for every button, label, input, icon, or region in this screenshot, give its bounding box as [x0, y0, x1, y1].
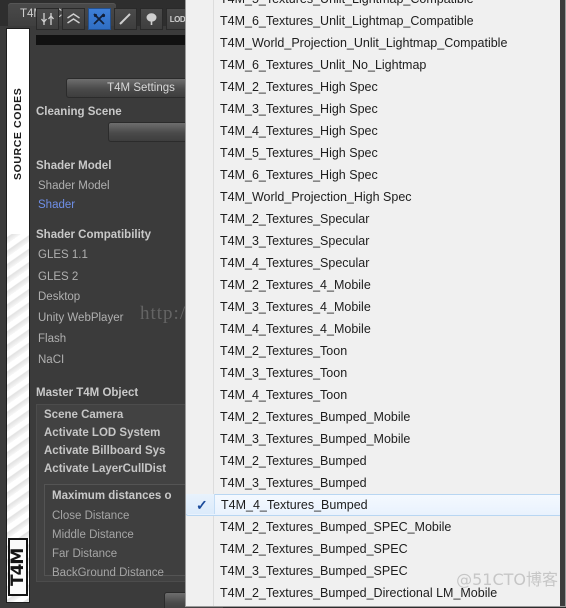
distance-row-background: BackGround Distance [52, 567, 164, 579]
dropdown-item-label: T4M_3_Textures_High Spec [220, 102, 378, 116]
dropdown-item-label: T4M_2_Textures_Bumped [220, 454, 367, 468]
dropdown-item-label: T4M_2_Textures_Bumped_SPEC_Mobile [220, 520, 452, 534]
dropdown-item-label: T4M_2_Textures_4_Mobile [220, 278, 371, 292]
cleaning-scene-heading: Cleaning Scene [36, 106, 122, 118]
dropdown-item[interactable]: ✓T4M_2_Textures_4_Mobile [186, 274, 565, 296]
compat-row-naci: NaCI [38, 354, 65, 366]
dropdown-item[interactable]: ✓T4M_4_Textures_Specular [186, 252, 565, 274]
dropdown-item[interactable]: ✓T4M_6_Textures_Unlit_Lightmap_Compatibl… [186, 10, 565, 32]
distance-row-close: Close Distance [52, 510, 130, 522]
dropdown-item[interactable]: ✓T4M_2_Textures_Bumped_SPEC_Mobile [186, 516, 565, 538]
shader-model-row: Shader Model [38, 180, 110, 192]
dropdown-item-label: T4M_6_Textures_Unlit_No_Lightmap [220, 58, 427, 72]
dropdown-item[interactable]: ✓T4M_4_Textures_4_Mobile [186, 318, 565, 340]
paint-tools-icon[interactable] [88, 8, 111, 30]
compat-row-flash: Flash [38, 333, 67, 345]
dropdown-item[interactable]: ✓T4M_2_Textures_Bumped [186, 450, 565, 472]
dropdown-item[interactable]: ✓T4M_2_Textures_Toon [186, 340, 565, 362]
pencil-icon[interactable] [114, 8, 137, 30]
dropdown-item-label: T4M_6_Textures_Unlit_Lightmap_Compatible [220, 14, 474, 28]
dropdown-item-label: T4M_3_Textures_Bumped [220, 476, 367, 490]
dropdown-item-label: T4M_World_Projection_High Spec [220, 190, 412, 204]
tool-toolbar: LOD [36, 8, 189, 30]
dropdown-item[interactable]: ✓T4M_World_Projection_Unlit_Lightmap_Com… [186, 32, 565, 54]
dropdown-item[interactable]: ✓T4M_3_Textures_4_Mobile [186, 296, 565, 318]
tree-icon[interactable] [140, 8, 163, 30]
master-row-activate-lod: Activate LOD System [44, 427, 161, 439]
master-row-activate-billboard: Activate Billboard Sys [44, 445, 166, 457]
dropdown-item-label: T4M_4_Textures_High Spec [220, 124, 378, 138]
compat-row-gles11: GLES 1.1 [38, 249, 88, 261]
dropdown-item[interactable]: ✓T4M_2_Textures_Bumped_Directional LM_Mo… [186, 582, 565, 604]
dropdown-item[interactable]: ✓T4M_3_Textures_Bumped [186, 472, 565, 494]
dropdown-item-label: T4M_5_Textures_Unlit_Lightmap_Compatible [220, 0, 474, 6]
dropdown-item-label: T4M_4_Textures_Bumped [221, 498, 368, 512]
dropdown-item-label: T4M_5_Textures_High Spec [220, 146, 378, 160]
shader-model-heading: Shader Model [36, 160, 112, 172]
dropdown-item[interactable]: ✓T4M_3_Textures_Specular [186, 230, 565, 252]
dropdown-item-selected[interactable]: ✓ T4M_4_Textures_Bumped [186, 494, 565, 516]
compat-row-desktop: Desktop [38, 291, 81, 303]
t4m-logo: T4M [8, 538, 28, 596]
dropdown-item-label: T4M_4_Textures_Toon [220, 388, 348, 402]
master-row-scene-camera: Scene Camera [44, 409, 124, 421]
check-icon: ✓ [196, 497, 208, 513]
dropdown-item-label: T4M_World_Projection_Unlit_Lightmap_Comp… [220, 36, 508, 50]
dropdown-item-label: T4M_3_Textures_4_Mobile [220, 300, 371, 314]
shader-dropdown-popup: ✓ T4M_5_Textures_Unlit_Lightmap_Compatibl… [185, 0, 566, 607]
dropdown-item[interactable]: ✓T4M_4_Textures_Toon [186, 384, 565, 406]
dropdown-item[interactable]: ✓T4M_2_Textures_Bumped_Mobile [186, 406, 565, 428]
dropdown-item[interactable]: ✓T4M_2_Textures_Specular [186, 208, 565, 230]
smooth-chevrons-icon[interactable] [62, 8, 85, 30]
distance-row-far: Far Distance [52, 548, 118, 560]
dropdown-item[interactable]: ✓T4M_3_Textures_Toon [186, 362, 565, 384]
source-codes-strip: SOURCE CODES T4M [6, 28, 30, 603]
dropdown-item-list[interactable]: ✓ T4M_5_Textures_Unlit_Lightmap_Compatibl… [186, 0, 565, 604]
master-row-activate-layercull: Activate LayerCullDist [44, 463, 167, 475]
panel-content: LOD T4M Settings Cleaning Scene Cl Shade… [34, 0, 238, 608]
dropdown-item-label: T4M_6_Textures_High Spec [220, 168, 378, 182]
dropdown-item-label: T4M_2_Textures_Bumped_SPEC [220, 542, 408, 556]
compat-row-unity-webplayer: Unity WebPlayer [38, 312, 124, 324]
dropdown-item[interactable]: ✓T4M_World_Projection_High Spec [186, 186, 565, 208]
dropdown-item-label: T4M_2_Textures_High Spec [220, 80, 378, 94]
shader-compatibility-heading: Shader Compatibility [36, 229, 152, 241]
dropdown-item[interactable]: ✓T4M_2_Textures_Bumped_SPEC [186, 538, 565, 560]
progress-divider [36, 35, 188, 45]
dropdown-item-label: T4M_3_Textures_Toon [220, 366, 348, 380]
dropdown-item-label: T4M_2_Textures_Bumped_Directional LM_Mob… [220, 586, 498, 600]
compat-row-gles2: GLES 2 [38, 271, 79, 283]
raise-lower-icon[interactable] [36, 8, 59, 30]
dropdown-item-label: T4M_4_Textures_Specular [220, 256, 370, 270]
dropdown-item[interactable]: ✓T4M_3_Textures_High Spec [186, 98, 565, 120]
dropdown-item[interactable]: ✓T4M_3_Textures_Bumped_Mobile [186, 428, 565, 450]
dropdown-item[interactable]: ✓T4M_5_Textures_High Spec [186, 142, 565, 164]
dropdown-item-label: T4M_2_Textures_Toon [220, 344, 348, 358]
source-codes-label: SOURCE CODES [7, 29, 29, 234]
dropdown-item-label: T4M_4_Textures_4_Mobile [220, 322, 371, 336]
dropdown-item-label: T4M_2_Textures_Bumped_Mobile [220, 410, 411, 424]
dropdown-item[interactable]: ✓T4M_2_Textures_High Spec [186, 76, 565, 98]
shader-row[interactable]: Shader [38, 199, 75, 211]
max-distances-heading: Maximum distances o [52, 490, 172, 502]
screenshot-root: T4M SC SOURCE CODES T4M [0, 0, 566, 608]
dropdown-scrollbar[interactable] [560, 0, 565, 606]
dropdown-item[interactable]: ✓T4M_4_Textures_High Spec [186, 120, 565, 142]
dropdown-item-label: T4M_3_Textures_Specular [220, 234, 370, 248]
dropdown-item-label: T4M_2_Textures_Specular [220, 212, 370, 226]
dropdown-item[interactable]: ✓T4M_6_Textures_High Spec [186, 164, 565, 186]
master-t4m-object-heading: Master T4M Object [36, 387, 139, 399]
dropdown-item-label: T4M_3_Textures_Bumped_SPEC [220, 564, 408, 578]
dropdown-item[interactable]: ✓T4M_6_Textures_Unlit_No_Lightmap [186, 54, 565, 76]
dropdown-item[interactable]: ✓T4M_5_Textures_Unlit_Lightmap_Compatibl… [186, 0, 565, 10]
dropdown-item-label: T4M_3_Textures_Bumped_Mobile [220, 432, 411, 446]
distance-row-middle: Middle Distance [52, 529, 134, 541]
dropdown-item[interactable]: ✓T4M_3_Textures_Bumped_SPEC [186, 560, 565, 582]
